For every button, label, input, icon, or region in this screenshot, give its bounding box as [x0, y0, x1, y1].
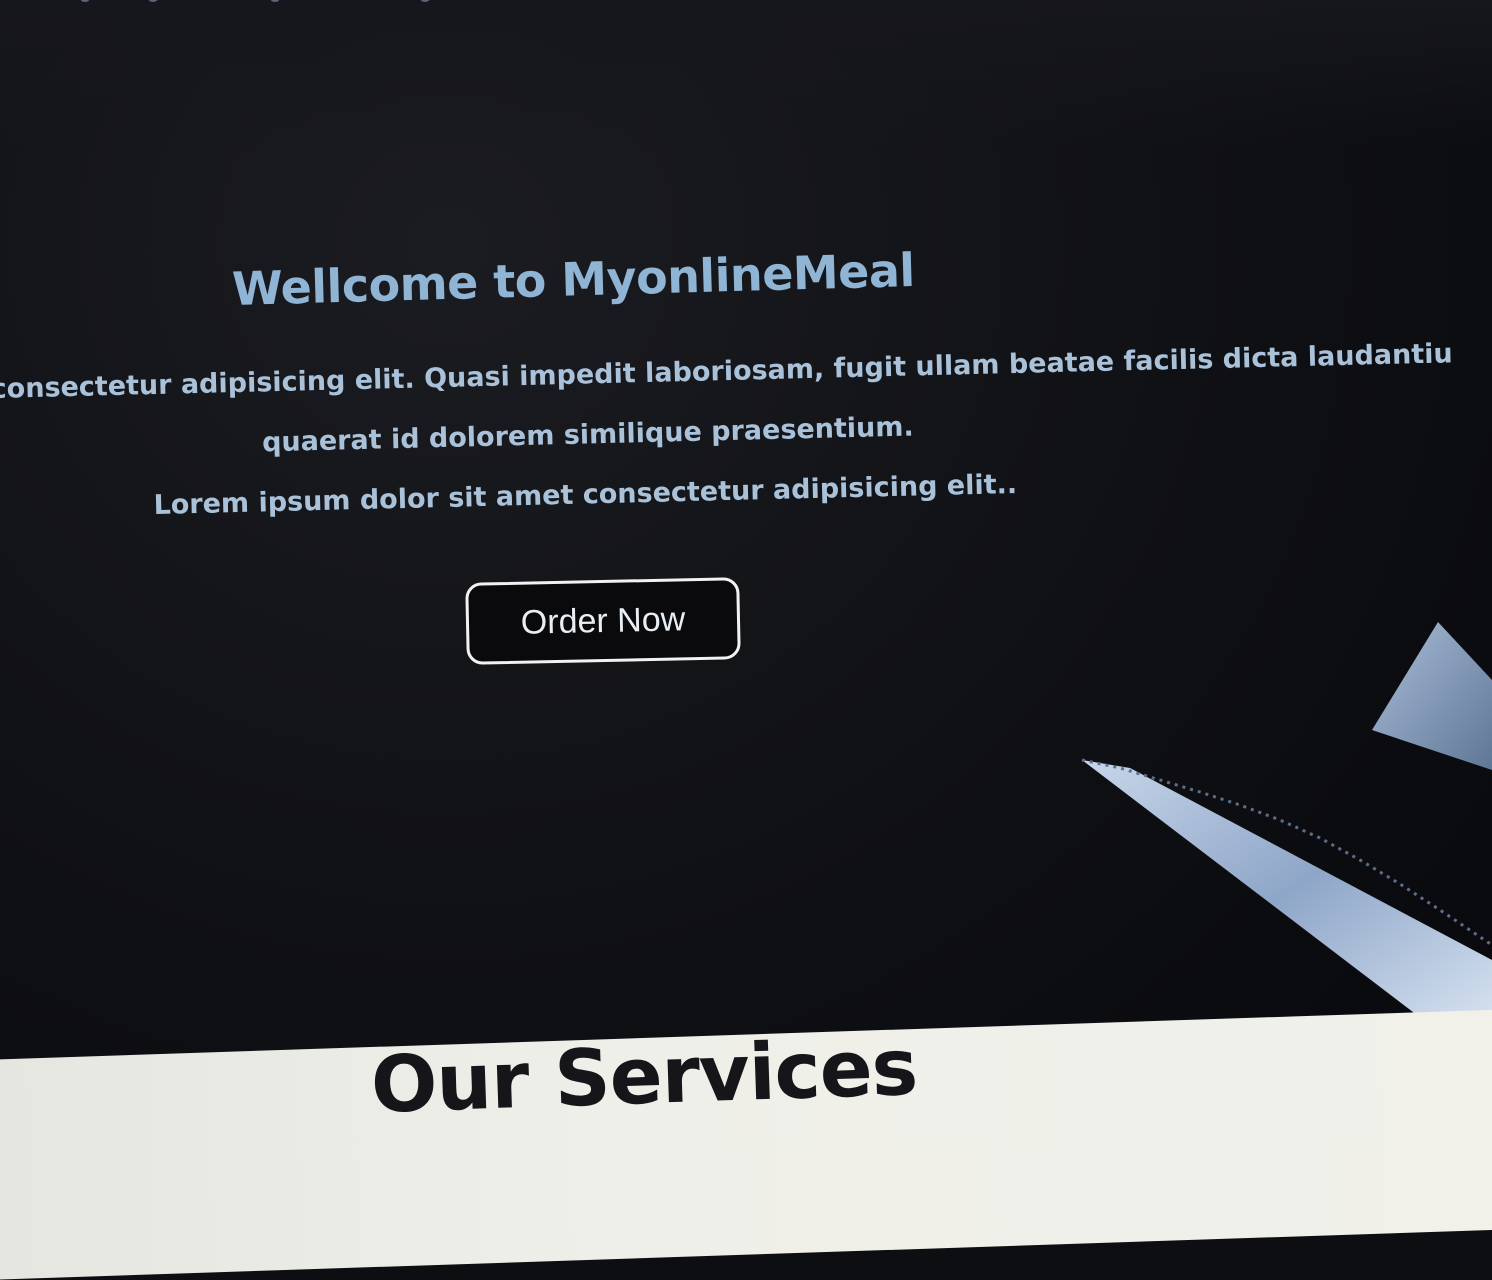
- order-now-button[interactable]: Order Now: [465, 577, 741, 665]
- hero-description: consectetur adipisicing elit. Quasi impe…: [0, 322, 1492, 540]
- hero-title: Wellcome to MyonlineMeal: [231, 242, 916, 316]
- top-nav-remnant: [60, 0, 480, 8]
